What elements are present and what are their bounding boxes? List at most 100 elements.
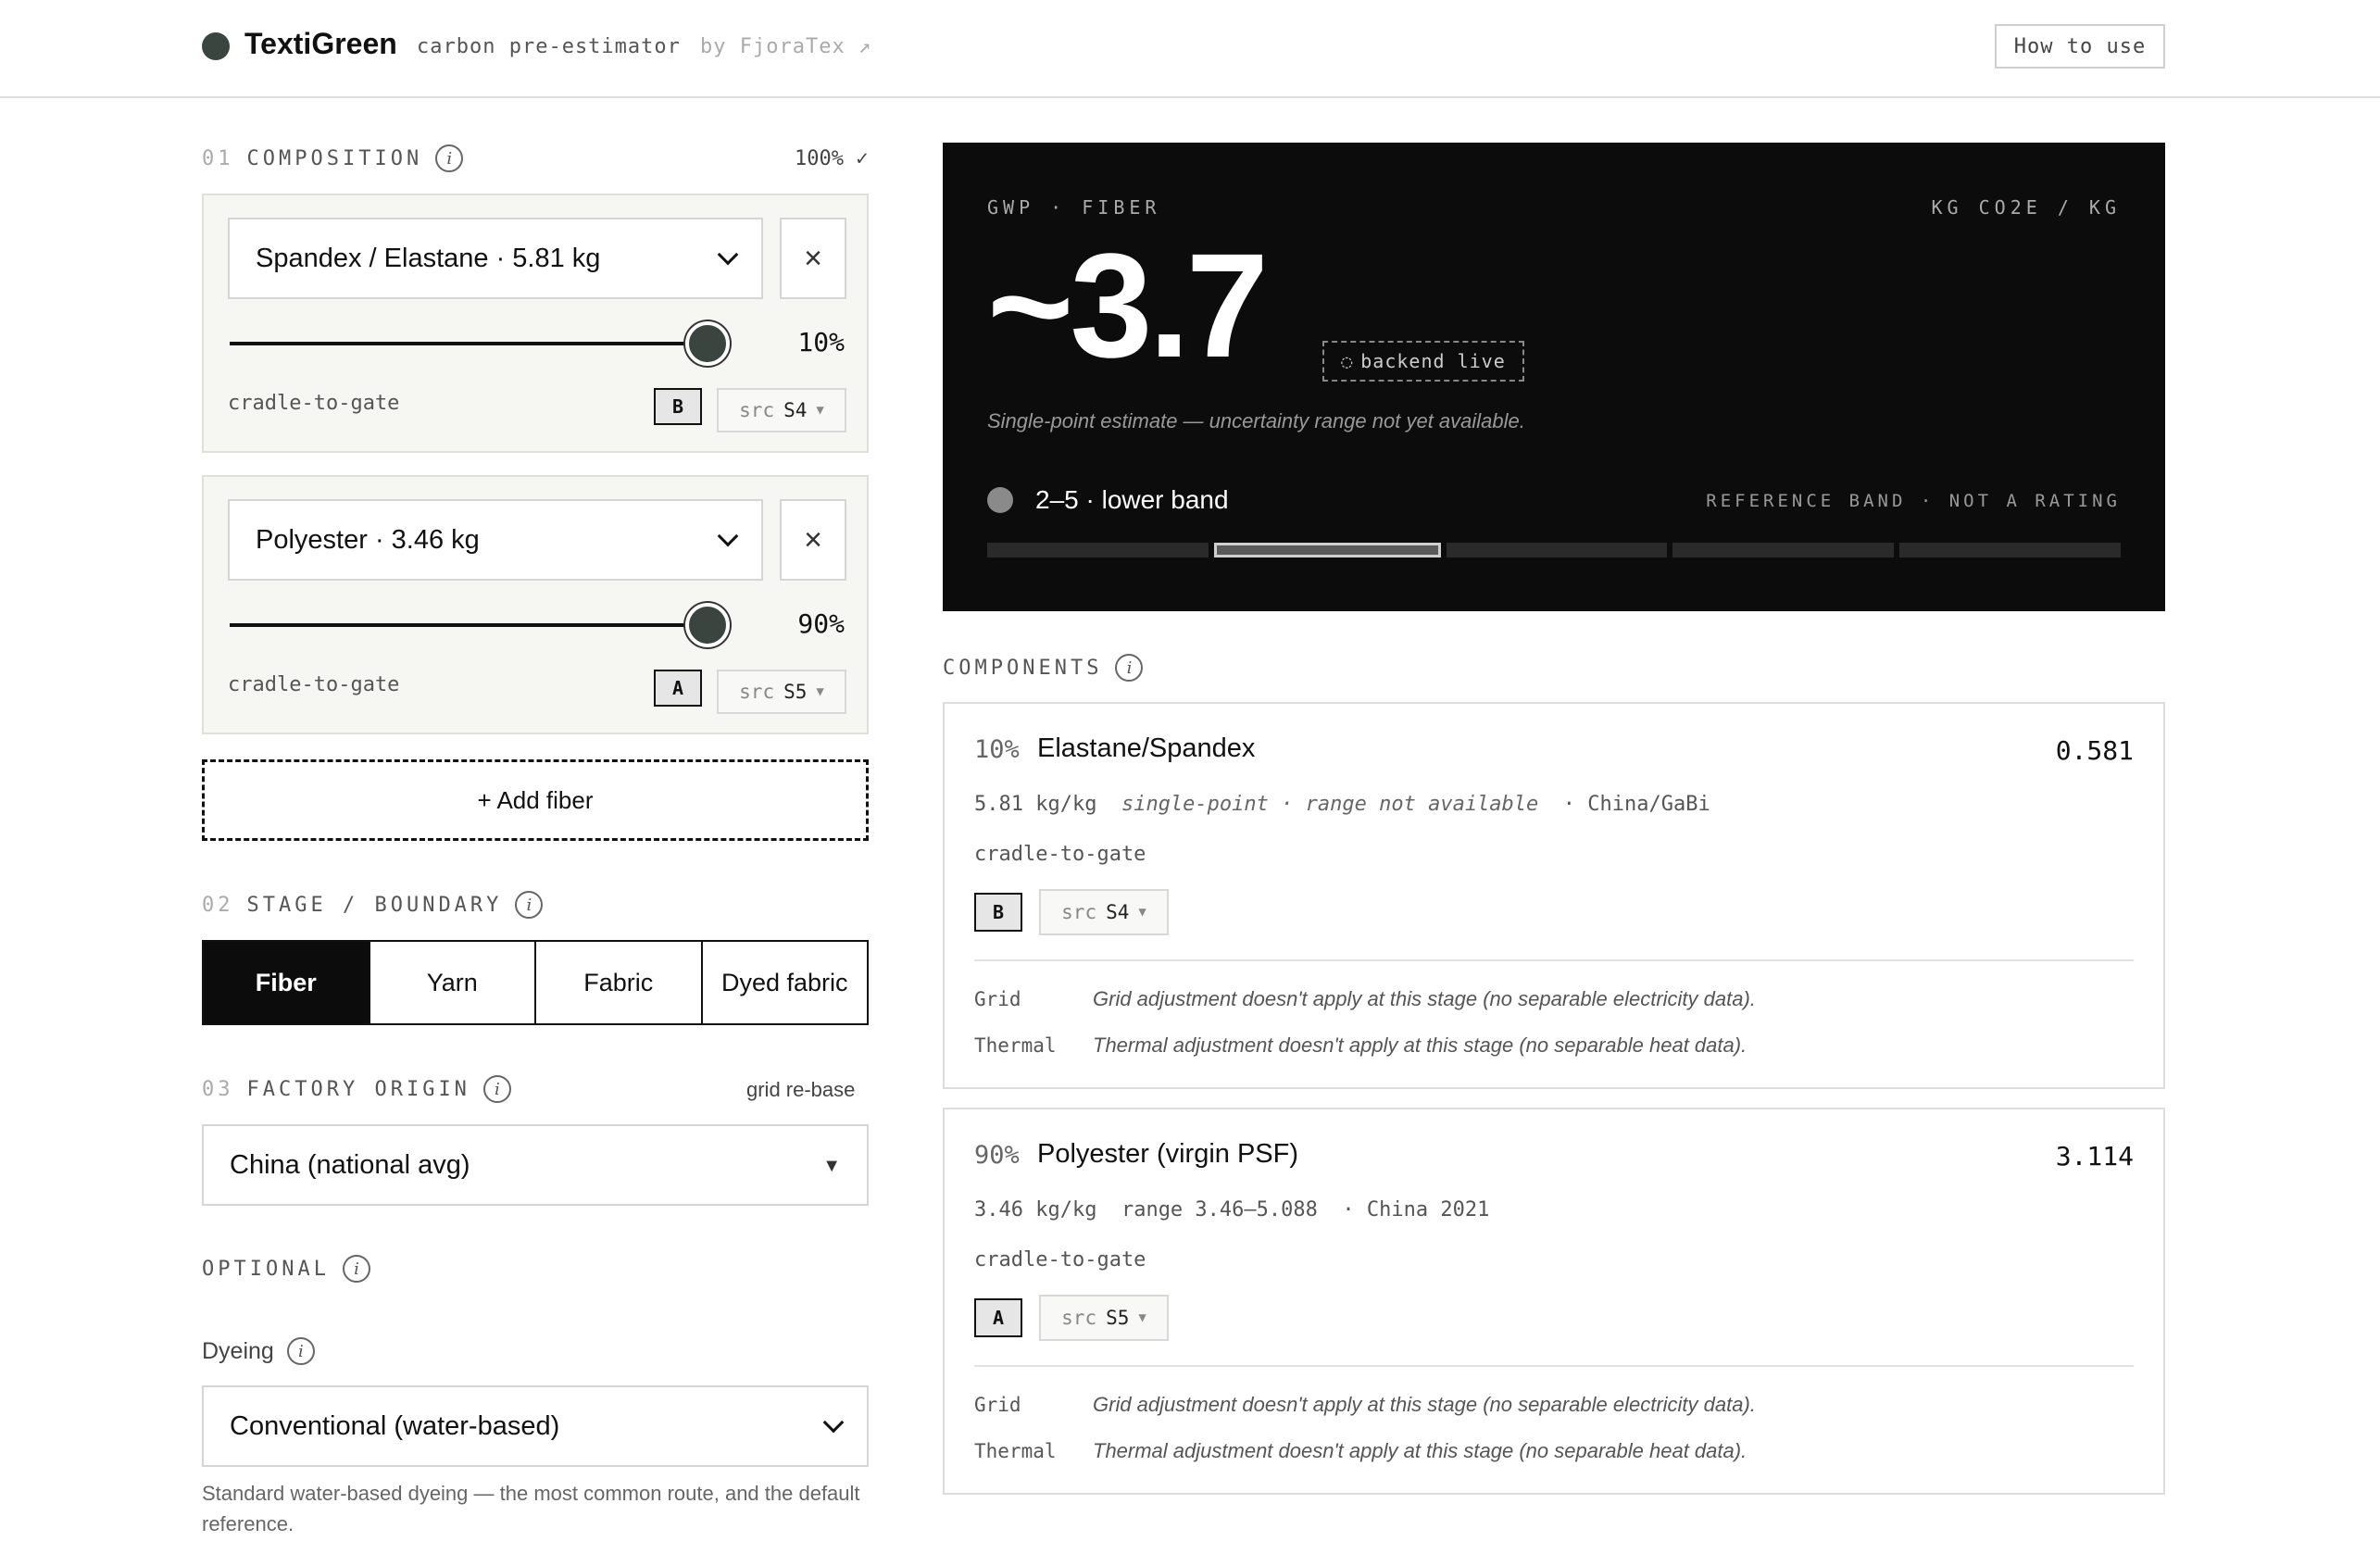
tab-fiber[interactable]: Fiber xyxy=(204,942,369,1023)
result-panel: GWP · FIBER KG CO2E / KG ~3.7 ◌ backend … xyxy=(943,143,2165,611)
slider-handle[interactable] xyxy=(685,603,730,647)
how-to-use-button[interactable]: How to use xyxy=(1995,24,2165,69)
tab-yarn[interactable]: Yarn xyxy=(368,942,534,1023)
slider-handle[interactable] xyxy=(685,321,730,366)
info-icon[interactable]: i xyxy=(435,144,464,172)
divider xyxy=(974,1365,2134,1367)
component-boundary: cradle-to-gate xyxy=(974,1248,1146,1272)
close-icon: × xyxy=(804,521,822,558)
reference-band-bar xyxy=(987,543,2121,558)
source-dropdown[interactable]: src S5 ▼ xyxy=(1039,1295,1169,1341)
estimate-note: Single-point estimate — uncertainty rang… xyxy=(987,409,1525,432)
fiber-boundary: cradle-to-gate xyxy=(228,673,400,696)
data-region: · China 2021 xyxy=(1342,1198,1490,1222)
info-icon[interactable]: i xyxy=(1115,654,1144,682)
fiber-card: Spandex / Elastane · 5.81 kg × 10% cradl… xyxy=(202,194,869,453)
brand-name[interactable]: TextiGreen xyxy=(244,27,397,61)
remove-fiber-button[interactable]: × xyxy=(780,218,846,299)
band-segment xyxy=(1213,543,1441,558)
band-note: REFERENCE BAND · NOT A RATING xyxy=(1706,491,2121,511)
section-title: COMPOSITION xyxy=(246,146,423,170)
data-region: · China/GaBi xyxy=(1562,793,1710,816)
component-name: Elastane/Spandex xyxy=(1037,733,1256,763)
uncertainty-range: range 3.46–5.088 xyxy=(1121,1198,1318,1222)
thermal-adjustment-row: Thermal Thermal adjustment doesn't apply … xyxy=(974,1034,1747,1058)
emission-factor: 5.81 kg/kg xyxy=(974,793,1097,816)
info-icon[interactable]: i xyxy=(286,1337,315,1365)
fiber-select[interactable]: Spandex / Elastane · 5.81 kg xyxy=(228,218,763,299)
fiber-percent: 10% xyxy=(797,327,845,357)
thermal-note: Thermal adjustment doesn't apply at this… xyxy=(1093,1034,1747,1057)
grid-key: Grid xyxy=(974,988,1021,1010)
divider xyxy=(974,959,2134,961)
section-number: 03 xyxy=(202,1077,234,1101)
source-value: S5 xyxy=(783,681,808,703)
component-percent: 90% xyxy=(974,1141,1020,1170)
source-prefix: src xyxy=(1061,901,1097,923)
info-icon[interactable]: i xyxy=(342,1255,370,1283)
components-section-label: COMPONENTS i xyxy=(943,654,1144,682)
component-percent: 10% xyxy=(974,735,1020,764)
band-segment xyxy=(1899,543,2121,558)
caret-down-icon: ▼ xyxy=(816,684,824,699)
fiber-select-value: Spandex / Elastane · 5.81 kg xyxy=(256,243,601,273)
info-icon[interactable]: i xyxy=(482,1075,511,1103)
section-title: COMPONENTS xyxy=(943,656,1103,680)
band-segment xyxy=(1446,543,1668,558)
remove-fiber-button[interactable]: × xyxy=(780,499,846,581)
component-card: 90% Polyester (virgin PSF) 3.114 3.46 kg… xyxy=(943,1108,2165,1495)
source-dropdown[interactable]: src S5 ▼ xyxy=(717,670,846,714)
factory-origin-select[interactable]: China (national avg) ▼ xyxy=(202,1124,869,1206)
dyeing-label-text: Dyeing xyxy=(202,1337,274,1364)
tab-dyed-fabric[interactable]: Dyed fabric xyxy=(700,942,867,1023)
data-quality-grade: B xyxy=(974,893,1022,932)
tab-fabric[interactable]: Fabric xyxy=(534,942,701,1023)
stage-section-label: 02 STAGE / BOUNDARY i xyxy=(202,891,544,919)
band-label: 2–5 · lower band xyxy=(1035,485,1229,514)
fiber-select[interactable]: Polyester · 3.46 kg xyxy=(228,499,763,581)
byline-link[interactable]: by FjoraTex ↗ xyxy=(700,35,871,58)
caret-down-icon: ▼ xyxy=(822,1156,841,1176)
gwp-value: ~3.7 xyxy=(987,222,1269,388)
source-prefix: src xyxy=(739,399,775,421)
section-title: OPTIONAL xyxy=(202,1257,330,1281)
spinner-icon: ◌ xyxy=(1341,350,1354,372)
info-icon[interactable]: i xyxy=(515,891,544,919)
data-quality-grade: A xyxy=(974,1298,1022,1337)
section-title: FACTORY ORIGIN xyxy=(246,1077,470,1101)
caret-down-icon: ▼ xyxy=(816,403,824,418)
band-indicator-icon xyxy=(987,487,1013,513)
grid-rebase-note: grid re-base xyxy=(746,1078,856,1101)
fiber-percent-slider[interactable] xyxy=(230,623,711,627)
source-dropdown[interactable]: src S4 ▼ xyxy=(717,388,846,432)
section-number: 02 xyxy=(202,893,234,917)
fiber-percent: 90% xyxy=(797,608,845,639)
fiber-boundary: cradle-to-gate xyxy=(228,392,400,415)
caret-down-icon: ▼ xyxy=(1138,905,1146,920)
emission-factor: 3.46 kg/kg xyxy=(974,1198,1097,1222)
section-number: 01 xyxy=(202,146,234,170)
source-prefix: src xyxy=(1061,1307,1097,1329)
add-fiber-button[interactable]: + Add fiber xyxy=(202,759,869,841)
source-dropdown[interactable]: src S4 ▼ xyxy=(1039,889,1169,935)
source-value: S5 xyxy=(1106,1307,1130,1329)
factory-origin-value: China (national avg) xyxy=(230,1149,470,1180)
grid-adjustment-row: Grid Grid adjustment doesn't apply at thi… xyxy=(974,1393,1756,1417)
tagline: carbon pre-estimator xyxy=(417,35,681,58)
thermal-adjustment-row: Thermal Thermal adjustment doesn't apply … xyxy=(974,1439,1747,1463)
dyeing-label: Dyeing i xyxy=(202,1337,315,1365)
component-card: 10% Elastane/Spandex 0.581 5.81 kg/kg si… xyxy=(943,702,2165,1089)
uncertainty-range: single-point · range not available xyxy=(1121,793,1539,816)
chevron-down-icon xyxy=(717,525,739,547)
optional-section-label: OPTIONAL i xyxy=(202,1255,370,1283)
composition-section-label: 01 COMPOSITION i xyxy=(202,144,464,172)
caret-down-icon: ▼ xyxy=(1138,1310,1146,1325)
fiber-percent-slider[interactable] xyxy=(230,342,711,345)
dyeing-description: Standard water-based dyeing — the most c… xyxy=(202,1482,860,1535)
grid-adjustment-row: Grid Grid adjustment doesn't apply at thi… xyxy=(974,987,1756,1011)
backend-status-text: backend live xyxy=(1360,350,1506,372)
factory-section-label: 03 FACTORY ORIGIN i xyxy=(202,1075,511,1103)
dyeing-select[interactable]: Conventional (water-based) xyxy=(202,1385,869,1467)
component-boundary: cradle-to-gate xyxy=(974,843,1146,866)
composition-total: 100% ✓ xyxy=(795,147,869,170)
